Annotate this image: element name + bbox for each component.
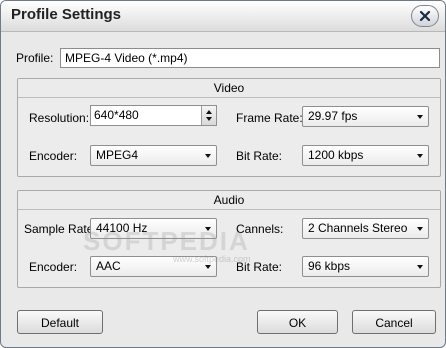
channels-select[interactable]: 2 Channels Stereo [302,218,429,239]
frame-rate-value: 29.97 fps [308,109,358,123]
softpedia-watermark: SOFTPEDIA [83,226,250,256]
audio-bit-rate-value: 96 kbps [308,259,351,273]
chevron-down-icon [417,115,423,119]
profile-settings-dialog: Profile Settings Profile: MPEG-4 Video (… [0,0,446,348]
video-group-heading: Video [18,79,440,98]
frame-rate-label: Frame Rate: [236,111,303,125]
profile-label: Profile: [16,51,54,65]
channels-value: 2 Channels Stereo [308,221,408,235]
chevron-down-icon [417,154,423,158]
resolution-value: 640*480 [94,108,139,122]
cancel-button[interactable]: Cancel [352,310,436,334]
audio-bit-rate-select[interactable]: 96 kbps [302,256,429,277]
close-icon [419,10,431,22]
video-group: Video Resolution: 640*480 Frame Rate: 29… [17,78,441,177]
video-encoder-value: MPEG4 [96,148,139,162]
chevron-down-icon [205,265,211,269]
chevron-down-icon [417,265,423,269]
dialog-title: Profile Settings [11,6,122,23]
spin-up-icon[interactable] [206,110,212,114]
chevron-down-icon [205,154,211,158]
title-bar: Profile Settings [1,1,445,32]
video-bit-rate-value: 1200 kbps [308,148,364,162]
default-button[interactable]: Default [17,310,103,334]
softpedia-watermark-url: www.softpedia.com [173,254,251,264]
resolution-stepper[interactable]: 640*480 [90,105,217,126]
audio-encoder-label: Encoder: [29,260,78,274]
resolution-label: Resolution: [29,111,90,125]
chevron-down-icon [417,227,423,231]
profile-field[interactable]: MPEG-4 Video (*.mp4) [60,48,440,68]
resolution-spin-buttons[interactable] [201,106,216,125]
video-encoder-label: Encoder: [29,149,78,163]
audio-group-heading: Audio [18,191,440,210]
video-bit-rate-label: Bit Rate: [236,149,283,163]
video-encoder-select[interactable]: MPEG4 [90,145,217,166]
ok-button[interactable]: OK [257,310,338,334]
frame-rate-select[interactable]: 29.97 fps [302,106,429,127]
video-bit-rate-select[interactable]: 1200 kbps [302,145,429,166]
audio-encoder-value: AAC [96,259,121,273]
close-button[interactable] [411,5,439,27]
spin-down-icon[interactable] [206,117,212,121]
